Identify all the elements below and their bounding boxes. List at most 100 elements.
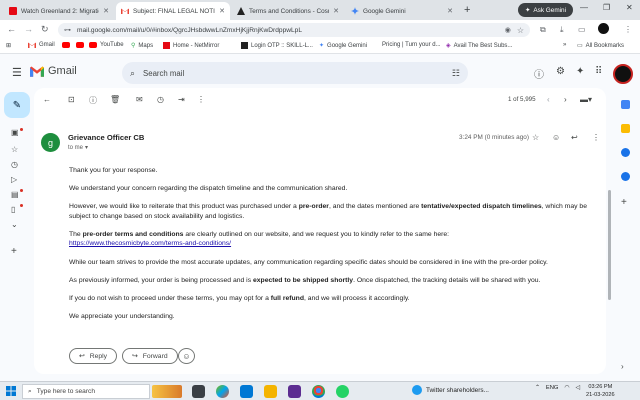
label-icon[interactable]: ▯ <box>11 205 15 214</box>
minimize-icon[interactable]: — <box>580 3 588 12</box>
tab-greenland[interactable]: Watch Greenland 2: Migration ✕ <box>4 2 114 20</box>
starred-icon[interactable]: ☆ <box>11 145 18 154</box>
sender-name[interactable]: Grievance Officer CB <box>68 133 144 142</box>
whatsapp-icon[interactable] <box>336 385 349 398</box>
bookmark-youtube-2[interactable] <box>76 42 84 48</box>
reply-button[interactable]: ↩ Reply <box>69 348 118 364</box>
apps-grid-icon[interactable]: ⊞ <box>6 42 11 49</box>
close-window-icon[interactable]: ✕ <box>626 3 633 12</box>
volume-icon[interactable]: ◁ <box>575 385 579 391</box>
file-explorer-icon[interactable] <box>264 385 277 398</box>
add-label-icon[interactable]: + <box>11 246 17 257</box>
ask-gemini-button[interactable]: ✦ Ask Gemini <box>518 3 574 17</box>
downloads-icon[interactable]: ⤓ <box>560 25 564 35</box>
language-indicator[interactable]: ENG <box>546 385 559 391</box>
eye-icon[interactable]: ◉ <box>505 26 511 34</box>
tray-chevron-up-icon[interactable]: ⌃ <box>535 385 540 391</box>
inbox-icon[interactable]: ▣ <box>11 128 19 137</box>
close-icon[interactable]: ✕ <box>333 7 339 15</box>
move-to-icon[interactable]: ⇥ <box>178 95 185 104</box>
tab-terms[interactable]: Terms and Conditions - Cosmic ✕ <box>232 2 344 20</box>
newer-chevron-icon[interactable]: ‹ <box>547 95 550 104</box>
older-chevron-icon[interactable]: › <box>564 95 567 104</box>
archive-icon[interactable]: ⊡ <box>68 95 75 104</box>
site-info-icon[interactable]: ⊶ <box>64 26 71 34</box>
mark-unread-icon[interactable]: ✉ <box>136 95 143 104</box>
bookmark-star-icon[interactable]: ☆ <box>517 26 524 35</box>
main-menu-icon[interactable]: ☰ <box>12 66 22 79</box>
profile-avatar[interactable] <box>598 23 609 34</box>
system-clock[interactable]: 03:26 PM 21-03-2026 <box>586 384 615 399</box>
restore-icon[interactable]: ❐ <box>603 3 610 12</box>
bookmarks-overflow[interactable]: » <box>563 42 566 48</box>
bookmark-subs[interactable]: ◈ Avail The Best Subs... <box>446 42 512 50</box>
bookmark-gmail[interactable]: Gmail <box>28 42 55 48</box>
delete-icon[interactable]: 🗑︎ <box>110 95 120 104</box>
snooze-icon[interactable]: ◷ <box>157 95 164 104</box>
close-icon[interactable]: ✕ <box>219 7 225 15</box>
emoji-react-icon[interactable]: ☺ <box>552 133 560 142</box>
taskbar-search[interactable]: ⌕ Type here to search <box>22 384 150 399</box>
bookmark-youtube[interactable]: YouTube <box>89 42 124 48</box>
terms-link[interactable]: https://www.thecosmicbyte.com/terms-and-… <box>69 240 231 247</box>
input-tools-icon[interactable]: ▬▾ <box>580 95 592 104</box>
windows-start-icon[interactable] <box>6 386 16 396</box>
search-highlight-icon[interactable] <box>152 385 182 398</box>
contacts-icon[interactable] <box>621 172 630 181</box>
calendar-icon[interactable] <box>621 100 630 109</box>
back-arrow-icon[interactable]: ← <box>7 24 16 34</box>
back-to-inbox-icon[interactable]: ← <box>43 95 51 104</box>
bookmark-login-otp[interactable]: Login OTP :: SKILL-L... <box>241 42 313 49</box>
tab-gemini[interactable]: Google Gemini ✕ <box>346 2 458 20</box>
settings-gear-icon[interactable]: ⚙ <box>556 66 565 77</box>
wifi-icon[interactable]: ◠ <box>564 385 569 391</box>
forward-button[interactable]: ↪ Forward <box>122 348 178 364</box>
tab-gmail-active[interactable]: Subject: FINAL LEGAL NOTICE ✕ <box>116 2 230 20</box>
search-input[interactable]: Search mail <box>143 69 444 78</box>
tasks-icon[interactable] <box>621 148 630 157</box>
report-spam-icon[interactable]: ⓘ <box>89 95 97 106</box>
bookmark-netmirror[interactable]: Home - NetMirror <box>163 42 219 49</box>
star-icon[interactable]: ☆ <box>532 133 539 142</box>
news-widget[interactable]: Twitter shareholders... <box>412 385 489 395</box>
close-icon[interactable]: ✕ <box>447 7 453 15</box>
task-view-icon[interactable] <box>192 385 205 398</box>
account-avatar[interactable] <box>613 64 633 84</box>
gmail-logo[interactable]: Gmail <box>30 65 77 77</box>
bookmark-maps[interactable]: ⚲ Maps <box>131 42 153 50</box>
emoji-reaction-button[interactable]: ☺ <box>178 348 195 364</box>
more-options-icon[interactable]: ⋮ <box>197 95 205 104</box>
all-bookmarks[interactable]: ▭ All Bookmarks <box>577 42 624 50</box>
drafts-icon[interactable]: ▤ <box>11 190 19 199</box>
keep-icon[interactable] <box>621 124 630 133</box>
sender-avatar[interactable]: g <box>41 133 60 152</box>
search-bar[interactable]: ⌕ Search mail ☷ <box>122 62 468 84</box>
store-icon[interactable] <box>288 385 301 398</box>
close-icon[interactable]: ✕ <box>103 7 109 15</box>
expand-panel-icon[interactable]: › <box>621 362 630 371</box>
message-more-icon[interactable]: ⋮ <box>592 133 600 142</box>
search-icon[interactable]: ⌕ <box>130 68 135 79</box>
compose-button[interactable]: ✎ <box>4 92 30 118</box>
more-chevron-down-icon[interactable]: ⌄ <box>11 220 18 229</box>
edge-icon[interactable] <box>240 385 253 398</box>
chrome-icon[interactable] <box>312 385 325 398</box>
search-options-icon[interactable]: ☷ <box>452 68 460 79</box>
scrollbar[interactable] <box>608 190 611 300</box>
sidepanel-icon[interactable]: ▭ <box>578 25 586 34</box>
omnibox[interactable]: ⊶ mail.google.com/mail/u/0/#inbox/QgrcJH… <box>58 23 530 37</box>
apps-grid-icon[interactable]: ⠿ <box>595 66 602 77</box>
url-text[interactable]: mail.google.com/mail/u/0/#inbox/QgrcJHsb… <box>77 27 499 34</box>
bookmark-pricing[interactable]: Pricing | Turn your d... <box>382 42 441 48</box>
new-tab-button[interactable]: + <box>464 4 470 16</box>
sent-icon[interactable]: ▷ <box>11 175 17 184</box>
snoozed-clock-icon[interactable]: ◷ <box>11 160 18 169</box>
reload-icon[interactable]: ↻ <box>41 24 49 35</box>
bookmark-gemini[interactable]: ✦ Google Gemini <box>319 42 367 50</box>
recipient-details[interactable]: to me ▾ <box>68 144 88 152</box>
add-addon-icon[interactable]: + <box>621 198 630 208</box>
reply-icon[interactable]: ↩ <box>571 133 578 142</box>
bookmark-youtube-1[interactable] <box>62 42 70 48</box>
forward-arrow-icon[interactable]: → <box>24 24 33 34</box>
browser-menu-icon[interactable]: ⋮ <box>624 25 632 34</box>
